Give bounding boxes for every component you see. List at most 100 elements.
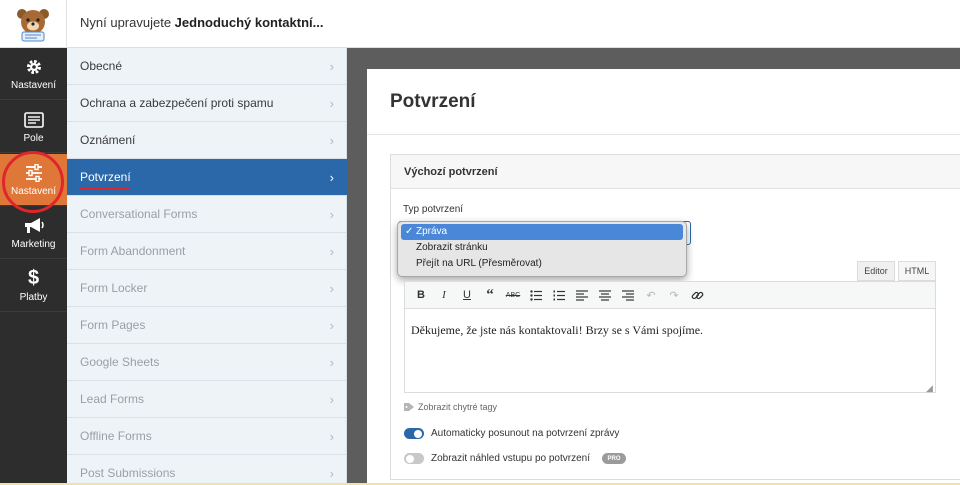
rail-item-label: Pole (23, 132, 44, 144)
top-bar: Nyní upravujete Jednoduchý kontaktní... (0, 0, 960, 48)
align-right-icon[interactable] (620, 287, 636, 303)
confirmation-message-text[interactable]: Děkujeme, že jste nás kontaktovali! Brzy… (411, 323, 703, 338)
title-divider (367, 134, 960, 135)
submenu-item-general[interactable]: Obecné › (67, 48, 347, 85)
submenu-item-spam-protection[interactable]: Ochrana a zabezpečení proti spamu › (67, 85, 347, 122)
chevron-right-icon: › (329, 355, 334, 370)
chevron-right-icon: › (329, 392, 334, 407)
blockquote-icon[interactable]: “ (482, 287, 498, 303)
sliders-icon (24, 163, 44, 183)
submenu-item-google-sheets[interactable]: Google Sheets › (67, 344, 347, 381)
chevron-right-icon: › (329, 170, 334, 185)
rail-item-settings-top[interactable]: Nastavení (0, 48, 67, 100)
submenu-item-form-locker[interactable]: Form Locker › (67, 270, 347, 307)
submenu-item-post-submissions[interactable]: Post Submissions › (67, 455, 347, 485)
submenu-item-label: Form Abandonment (80, 244, 186, 258)
submenu-item-notifications[interactable]: Oznámení › (67, 122, 347, 159)
submenu-item-label: Offline Forms (80, 429, 152, 443)
smart-tags-link[interactable]: Zobrazit chytré tagy (404, 402, 497, 412)
submenu-item-label: Google Sheets (80, 355, 160, 369)
bold-icon[interactable]: B (413, 287, 429, 303)
dropdown-option-redirect[interactable]: Přejít na URL (Přesměrovat) (401, 256, 683, 272)
chevron-right-icon: › (329, 133, 334, 148)
submenu-item-offline-forms[interactable]: Offline Forms › (67, 418, 347, 455)
rail-item-marketing[interactable]: Marketing (0, 207, 67, 259)
submenu-item-label: Form Locker (80, 281, 148, 295)
underline-icon[interactable]: U (459, 287, 475, 303)
submenu-item-label: Form Pages (80, 318, 146, 332)
redo-icon[interactable]: ↷ (666, 287, 682, 303)
chevron-right-icon: › (329, 244, 334, 259)
message-editor[interactable] (404, 309, 936, 393)
editing-title: Nyní upravujete Jednoduchý kontaktní... (80, 15, 323, 30)
rail-item-label: Nastavení (10, 79, 57, 91)
submenu-item-label: Post Submissions (80, 466, 176, 480)
dropdown-option-message[interactable]: ✓ Zpráva (401, 224, 683, 240)
rail-item-label: Marketing (11, 238, 56, 250)
rail-item-fields[interactable]: Pole (0, 101, 67, 153)
option-label: Zpráva (416, 226, 448, 237)
tab-editor[interactable]: Editor (857, 261, 895, 281)
strikethrough-icon[interactable]: ABC (505, 287, 521, 303)
panel-title[interactable]: Výchozí potvrzení (391, 155, 960, 189)
numbered-list-icon[interactable] (551, 287, 567, 303)
align-left-icon[interactable] (574, 287, 590, 303)
chevron-right-icon: › (329, 466, 334, 481)
bullet-list-icon[interactable] (528, 287, 544, 303)
submenu-item-form-abandonment[interactable]: Form Abandonment › (67, 233, 347, 270)
chevron-right-icon: › (329, 207, 334, 222)
pro-badge: PRO (602, 453, 626, 464)
link-icon[interactable] (689, 287, 705, 303)
submenu-item-label: Oznámení (80, 133, 136, 147)
option-label: Zobrazit stránku (416, 242, 488, 253)
tag-icon (404, 403, 414, 411)
resize-grip-icon[interactable]: ◢ (926, 383, 933, 394)
submenu-item-label: Potvrzení (80, 170, 131, 184)
submenu-item-label: Lead Forms (80, 392, 145, 406)
rail-item-payments[interactable]: $ Platby (0, 260, 67, 312)
highlight-underline (80, 187, 130, 189)
rail-item-label: Platby (19, 291, 48, 303)
preview-entry-toggle[interactable] (404, 453, 424, 464)
bear-mascot-logo-icon (17, 9, 49, 42)
check-icon: ✓ (405, 226, 414, 237)
form-name: Jednoduchý kontaktní... (174, 15, 324, 30)
preview-entry-label: Zobrazit náhled vstupu po potvrzení (431, 453, 590, 464)
toggle-knob (406, 454, 414, 463)
submenu-item-lead-forms[interactable]: Lead Forms › (67, 381, 347, 418)
rail-item-label: Nastavení (10, 185, 57, 197)
dropdown-option-show-page[interactable]: Zobrazit stránku (401, 240, 683, 256)
scroll-to-confirmation-toggle[interactable] (404, 428, 424, 439)
submenu-item-conversational-forms[interactable]: Conversational Forms › (67, 196, 347, 233)
confirmation-type-label: Typ potvrzení (403, 204, 464, 215)
submenu-item-confirmations[interactable]: Potvrzení › (67, 159, 347, 196)
dollar-icon: $ (27, 267, 40, 289)
page-title: Potvrzení (390, 91, 476, 112)
chevron-right-icon: › (329, 281, 334, 296)
submenu-item-label: Ochrana a zabezpečení proti spamu (80, 96, 274, 110)
italic-icon[interactable]: I (436, 287, 452, 303)
builder-rail: Nastavení Pole Nastavení Marketing $ Pla… (0, 48, 67, 485)
undo-icon[interactable]: ↶ (643, 287, 659, 303)
submenu-item-label: Conversational Forms (80, 207, 198, 221)
smart-tags-label: Zobrazit chytré tagy (418, 402, 498, 412)
title-prefix: Nyní upravujete (80, 15, 175, 30)
chevron-right-icon: › (329, 59, 334, 74)
submenu-item-label: Obecné (80, 59, 123, 73)
scroll-to-confirmation-label: Automaticky posunout na potvrzení zprávy (431, 428, 620, 439)
chevron-right-icon: › (329, 318, 334, 333)
fields-icon (23, 110, 44, 130)
rail-item-settings[interactable]: Nastavení (0, 154, 67, 206)
confirmation-type-dropdown[interactable]: ✓ Zpráva Zobrazit stránku Přejít na URL (… (397, 221, 687, 277)
logo[interactable] (0, 0, 67, 48)
tab-html[interactable]: HTML (898, 261, 936, 281)
toggle-knob (414, 429, 422, 438)
editor-toolbar: B I U “ ABC ↶ ↷ (404, 281, 936, 309)
gear-icon (25, 57, 43, 77)
align-center-icon[interactable] (597, 287, 613, 303)
megaphone-icon (23, 216, 45, 236)
submenu-item-form-pages[interactable]: Form Pages › (67, 307, 347, 344)
settings-submenu: Obecné › Ochrana a zabezpečení proti spam… (67, 48, 347, 485)
option-label: Přejít na URL (Přesměrovat) (416, 258, 542, 269)
chevron-right-icon: › (329, 96, 334, 111)
